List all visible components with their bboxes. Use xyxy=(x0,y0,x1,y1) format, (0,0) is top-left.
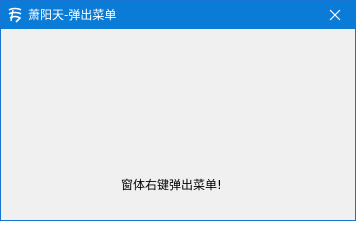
app-window[interactable]: 萧阳天-弹出菜单 窗体右键弹出菜单! xyxy=(0,0,356,221)
window-title: 萧阳天-弹出菜单 xyxy=(28,8,117,22)
app-logo-icon[interactable] xyxy=(7,7,23,23)
title-bar[interactable]: 萧阳天-弹出菜单 xyxy=(1,1,355,29)
client-area[interactable]: 窗体右键弹出菜单! xyxy=(1,29,355,220)
hint-label: 窗体右键弹出菜单! xyxy=(121,178,222,192)
close-button[interactable] xyxy=(315,1,355,29)
close-icon xyxy=(329,6,341,25)
